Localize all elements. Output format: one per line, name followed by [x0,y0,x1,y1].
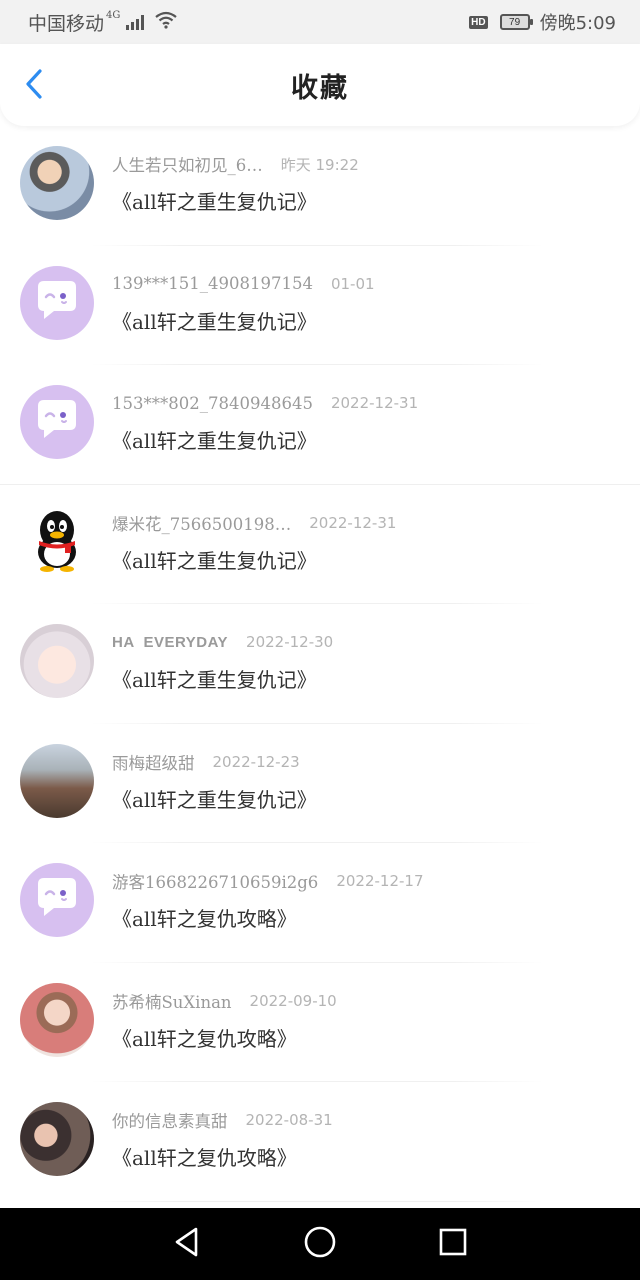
item-meta: 游客1668226710659i2g6 2022-12-17 [112,863,640,899]
list-item[interactable]: 苏希楠SuXinan 2022-09-10 《all轩之复仇攻略》 [0,963,640,1082]
book-title: 《all轩之重生复仇记》 [112,190,317,214]
item-date: 2022-09-10 [249,991,337,1010]
book-title: 《all轩之复仇攻略》 [112,1026,297,1051]
avatar [20,624,94,698]
signal-icon [126,14,145,30]
book-title: 《all轩之重生复仇记》 [112,787,317,812]
nav-home-button[interactable] [300,1224,340,1264]
wifi-icon [154,11,178,34]
book-title: 《all轩之重生复仇记》 [112,668,317,692]
list-item[interactable]: 爆米花_7566500198… 2022-12-31 《all轩之重生复仇记》 [0,485,640,604]
item-date: 2022-12-31 [330,394,419,412]
item-date: 2022-12-17 [336,872,424,890]
avatar [20,385,94,459]
chat-bubble-icon [32,876,82,924]
item-content: 人生若只如初见_6… 昨天 19:22 《all轩之重生复仇记》 [112,146,640,215]
network-type: 4G [106,9,121,21]
item-date: 01-01 [330,274,375,293]
item-meta: 139***151_4908197154 01-01 [112,266,640,302]
item-meta: 爆米花_7566500198… 2022-12-31 [112,505,640,541]
book-title: 《all轩之复仇攻略》 [112,907,297,931]
list-item[interactable]: 雨梅超级甜 2022-12-23 《all轩之重生复仇记》 [0,724,640,843]
carrier-name: 中国移动 [28,12,105,35]
chevron-left-icon [24,68,44,104]
list-item[interactable]: 游客1668226710659i2g6 2022-12-17 《all轩之复仇攻… [0,843,640,963]
recents-square-icon [438,1227,468,1261]
page-title: 收藏 [291,72,349,104]
item-content: 153***802_7840948645 2022-12-31 《all轩之重生… [112,385,640,454]
avatar [20,146,94,220]
item-date: 2022-12-23 [212,752,300,771]
system-nav-bar [0,1208,640,1280]
battery-level: 79 [509,16,521,28]
status-right: HD 79 傍晚5:09 [469,9,616,35]
item-date: 2022-12-31 [309,513,397,532]
avatar [20,504,94,579]
list-item[interactable]: 153***802_7840948645 2022-12-31 《all轩之重生… [0,365,640,485]
list-item[interactable]: 139***151_4908197154 01-01 《all轩之重生复仇记》 [0,246,640,365]
list-item[interactable]: HA EVERYDAY 2022-12-30 《all轩之重生复仇记》 [0,604,640,724]
favorites-list: 人生若只如初见_6… 昨天 19:22 《all轩之重生复仇记》 139***1… [0,126,640,1202]
item-meta: HA EVERYDAY 2022-12-30 [112,624,640,660]
item-date: 2022-12-30 [246,633,334,651]
book-title: 《all轩之复仇攻略》 [112,1146,297,1170]
list-item[interactable]: 人生若只如初见_6… 昨天 19:22 《all轩之重生复仇记》 [0,126,640,246]
back-button[interactable] [18,68,50,104]
username: 人生若只如初见_6… [112,156,263,175]
username: 爆米花_7566500198… [112,514,292,534]
item-meta: 你的信息素真甜 2022-08-31 [112,1102,640,1138]
item-date: 昨天 19:22 [280,155,359,174]
battery-icon: 79 [499,14,533,30]
status-bar: 中国移动 4G HD 79 傍晚5:09 [0,0,640,44]
item-meta: 雨梅超级甜 2022-12-23 [112,744,640,780]
list-item[interactable]: 你的信息素真甜 2022-08-31 《all轩之复仇攻略》 [0,1082,640,1202]
status-left: 中国移动 4G [28,9,178,36]
item-content: 139***151_4908197154 01-01 《all轩之重生复仇记》 [112,266,640,335]
avatar [20,1102,94,1176]
item-content: 你的信息素真甜 2022-08-31 《all轩之复仇攻略》 [112,1102,640,1171]
username: 苏希楠SuXinan [112,992,232,1012]
avatar [20,863,94,937]
username: 139***151_4908197154 [112,274,313,293]
penguin-icon [29,508,85,576]
item-content: 游客1668226710659i2g6 2022-12-17 《all轩之复仇攻… [112,863,640,932]
avatar [20,743,94,818]
home-circle-icon [303,1225,337,1263]
username: 雨梅超级甜 [112,753,195,773]
back-triangle-icon [172,1226,202,1262]
item-meta: 人生若只如初见_6… 昨天 19:22 [112,146,640,182]
username: 你的信息素真甜 [112,1112,228,1131]
item-content: 爆米花_7566500198… 2022-12-31 《all轩之重生复仇记》 [112,505,640,574]
clock: 傍晚5:09 [539,13,616,34]
book-title: 《all轩之重生复仇记》 [112,429,317,453]
username: 153***802_7840948645 [112,393,313,413]
item-date: 2022-08-31 [245,1111,333,1129]
chat-bubble-icon [32,398,82,446]
divider [90,1200,544,1202]
username: HA EVERYDAY [112,633,229,651]
item-meta: 苏希楠SuXinan 2022-09-10 [112,983,640,1019]
item-content: HA EVERYDAY 2022-12-30 《all轩之重生复仇记》 [112,624,640,693]
nav-recents-button[interactable] [433,1224,473,1264]
item-content: 苏希楠SuXinan 2022-09-10 《all轩之复仇攻略》 [112,983,640,1052]
avatar [20,982,94,1057]
avatar [20,265,94,340]
item-content: 雨梅超级甜 2022-12-23 《all轩之重生复仇记》 [112,744,640,813]
page-header: 收藏 [0,44,640,126]
book-title: 《all轩之重生复仇记》 [112,309,317,334]
username: 游客1668226710659i2g6 [112,873,319,892]
item-meta: 153***802_7840948645 2022-12-31 [112,385,640,421]
nav-back-button[interactable] [167,1224,207,1264]
hd-badge: HD [469,15,488,29]
book-title: 《all轩之重生复仇记》 [112,548,317,573]
chat-bubble-icon [32,279,82,327]
